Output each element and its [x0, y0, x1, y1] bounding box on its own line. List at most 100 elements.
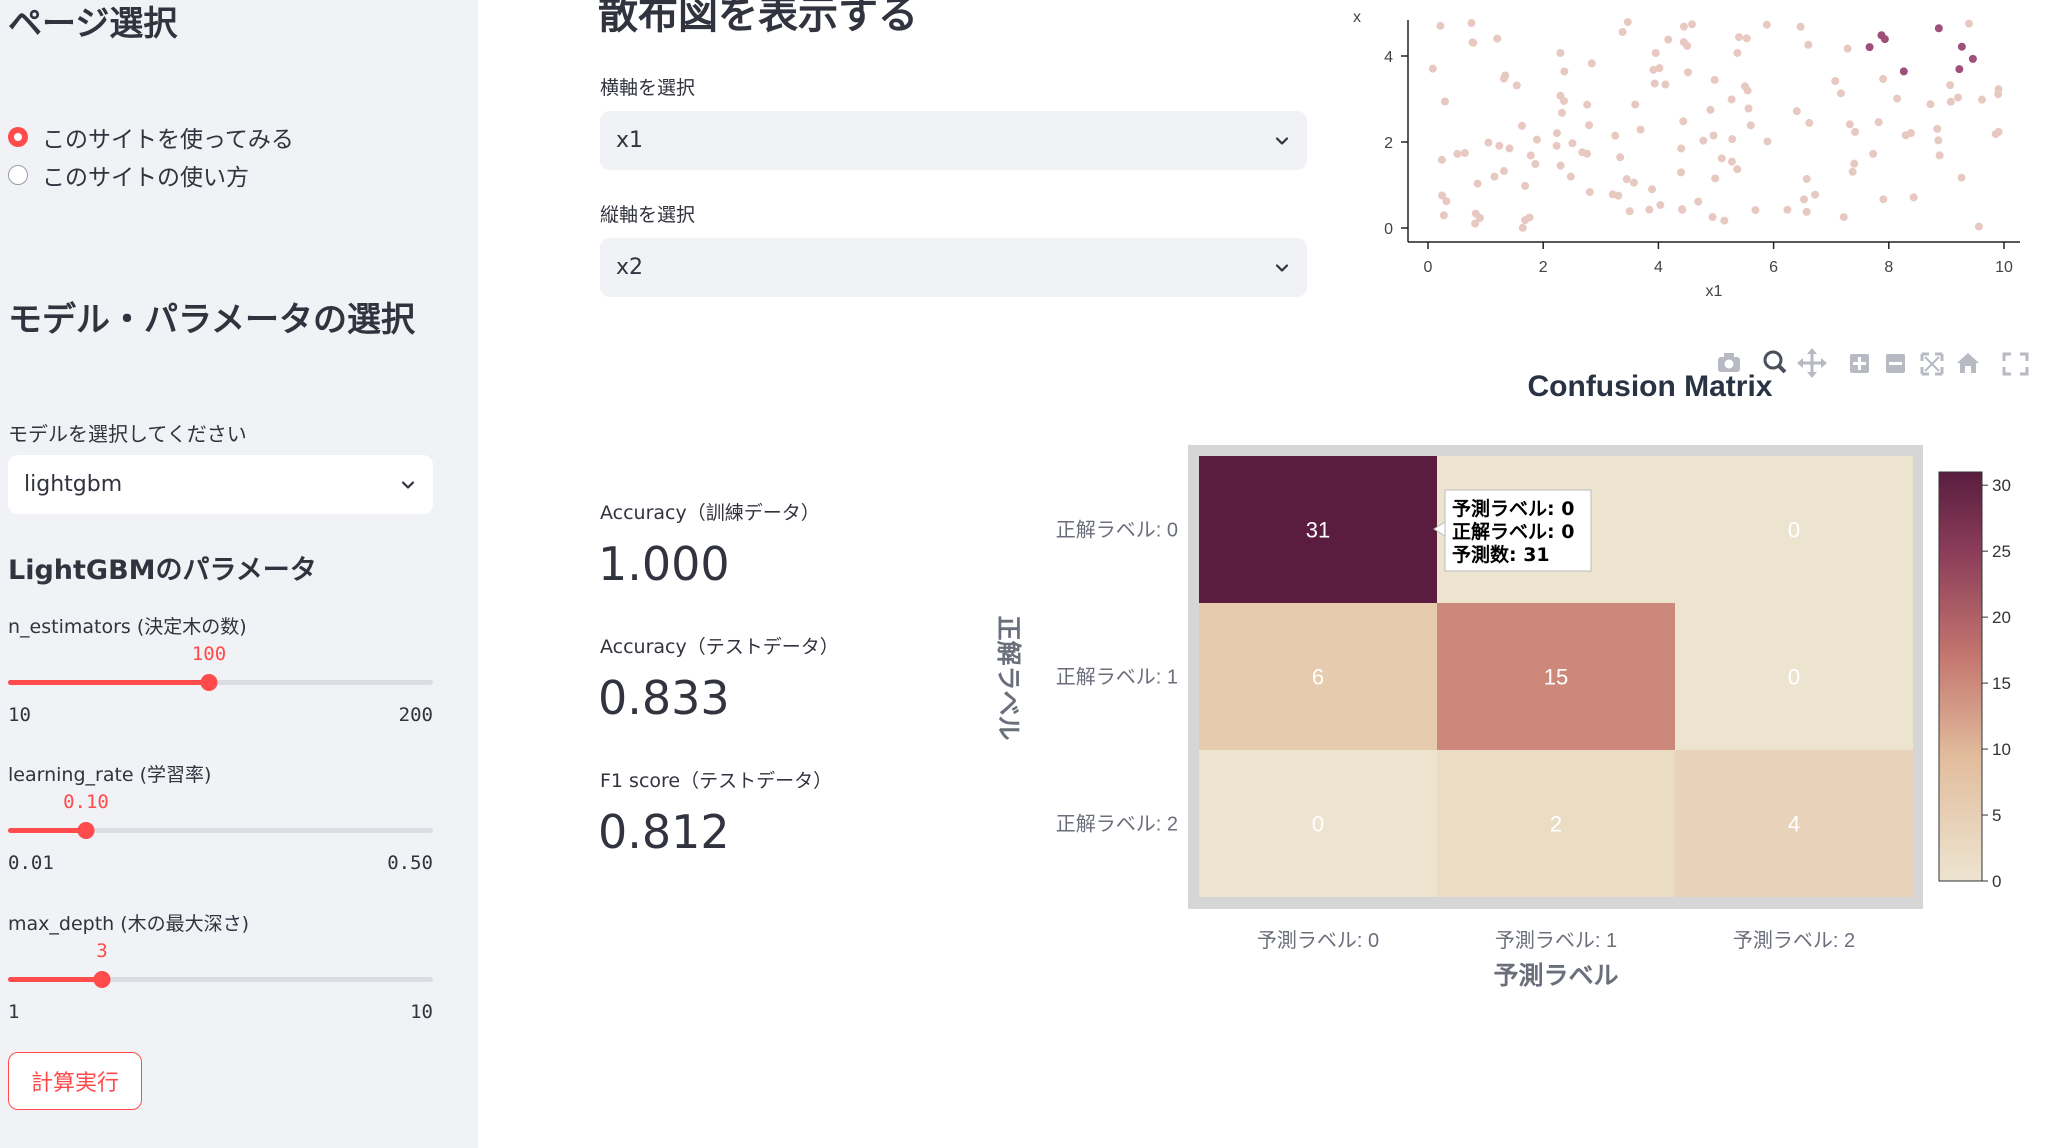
scatter-point — [1651, 49, 1660, 58]
scatter-point — [1994, 127, 2003, 136]
scatter-point — [1568, 139, 1577, 148]
scatter-point — [1733, 165, 1742, 174]
scatter-point — [1453, 149, 1462, 158]
cm-x-axis-title: 予測ラベル — [1493, 962, 1618, 990]
scatter-x-ticks: 0 2 4 6 8 10 — [1424, 242, 2013, 276]
scatter-point — [1964, 19, 1973, 28]
scatter-point — [1843, 44, 1852, 53]
scatter-point — [1839, 213, 1848, 222]
scatter-point — [1678, 205, 1687, 214]
scatter-point — [1954, 93, 1963, 102]
scatter-point — [1763, 137, 1772, 146]
cm-x-tick-label: 予測ラベル: 2 — [1733, 929, 1855, 952]
scatter-point — [1874, 118, 1883, 127]
scatter-point — [1679, 22, 1688, 31]
scatter-point — [1437, 155, 1446, 164]
scatter-point — [1802, 174, 1811, 183]
scatter-point — [1800, 195, 1809, 204]
cm-title: Confusion Matrix — [1528, 370, 1773, 403]
scatter-point — [1629, 178, 1638, 187]
cm-cell-value: 0 — [1788, 665, 1800, 690]
zoom-out-icon[interactable] — [1886, 354, 1905, 373]
x-tick-label: 10 — [1995, 259, 2013, 276]
colorbar-tick-label: 5 — [1992, 806, 2001, 825]
cm-x-tick-labels: 予測ラベル: 0 予測ラベル: 1 予測ラベル: 2 — [1257, 929, 1855, 952]
scatter-point — [1957, 42, 1966, 51]
scatter-point — [1977, 95, 1986, 104]
zoom-icon[interactable] — [1763, 350, 1787, 374]
tooltip-line-pred: 予測ラベル: 0 — [1452, 497, 1574, 520]
scatter-point — [1531, 159, 1540, 168]
scatter-point — [1499, 167, 1508, 176]
scatter-point — [1934, 136, 1943, 145]
scatter-point — [1762, 20, 1771, 29]
scatter-plot[interactable]: x 0 2 4 6 8 10 0 2 4 x1 — [1353, 9, 2020, 300]
scatter-point — [1974, 222, 1983, 231]
colorbar-tick-label: 25 — [1992, 542, 2011, 561]
scatter-point — [1442, 197, 1451, 206]
scatter-point — [1968, 54, 1977, 63]
fullscreen-icon[interactable] — [2002, 352, 2029, 376]
scatter-point — [1631, 100, 1640, 109]
scatter-point — [1560, 67, 1569, 76]
scatter-point — [1796, 22, 1805, 31]
home-icon[interactable] — [1957, 353, 1979, 373]
scatter-point — [1728, 135, 1737, 144]
scatter-point — [1517, 121, 1526, 130]
scatter-point — [1484, 138, 1493, 147]
cm-cell-value: 2 — [1550, 812, 1562, 837]
cm-y-axis-title: 正解ラベル — [994, 615, 1022, 740]
scatter-point — [1684, 68, 1693, 77]
scatter-point — [1436, 21, 1445, 30]
scatter-point — [1636, 125, 1645, 134]
scatter-point — [1616, 153, 1625, 162]
scatter-point — [1623, 18, 1632, 27]
confusion-matrix-chart[interactable]: Confusion Matrix 31006150024 正解ラベル: 0正解ラ… — [994, 370, 2011, 990]
cm-cell-value: 15 — [1544, 665, 1568, 690]
scatter-point — [1518, 223, 1527, 232]
scatter-point — [1679, 117, 1688, 126]
scatter-point — [1711, 174, 1720, 183]
scatter-point — [1556, 49, 1565, 58]
x-tick-label: 6 — [1769, 259, 1778, 276]
scatter-point — [1802, 207, 1811, 216]
autoscale-icon[interactable] — [1920, 352, 1944, 376]
scatter-point — [1521, 216, 1530, 225]
scatter-point — [1556, 161, 1565, 170]
scatter-point — [1836, 89, 1845, 98]
scatter-point — [1869, 149, 1878, 158]
scatter-point — [1909, 193, 1918, 202]
colorbar-tick-label: 0 — [1992, 872, 2001, 891]
scatter-point — [1804, 40, 1813, 49]
scatter-point — [1645, 205, 1654, 214]
scatter-point — [1622, 175, 1631, 184]
scatter-point — [1583, 149, 1592, 158]
scatter-point — [1552, 129, 1561, 138]
scatter-point — [1585, 188, 1594, 197]
cm-cell-value: 0 — [1788, 518, 1800, 543]
cm-cell-value: 4 — [1788, 812, 1800, 837]
scatter-point — [1933, 124, 1942, 133]
scatter-points — [1428, 18, 2003, 232]
scatter-point — [1899, 67, 1908, 76]
scatter-point — [1877, 31, 1886, 40]
scatter-point — [1473, 179, 1482, 188]
cm-colorbar — [1938, 471, 1983, 882]
scatter-point — [1683, 41, 1692, 50]
scatter-point — [1566, 172, 1575, 181]
scatter-point — [1467, 19, 1476, 28]
y-tick-label: 4 — [1384, 49, 1393, 66]
scatter-point — [1439, 211, 1448, 220]
cm-hover-tooltip: 予測ラベル: 0 正解ラベル: 0 予測数: 31 — [1433, 489, 1592, 572]
colorbar-tick-label: 10 — [1992, 740, 2011, 759]
scatter-point — [1848, 167, 1857, 176]
zoom-in-icon[interactable] — [1850, 354, 1869, 373]
plots-canvas: x 0 2 4 6 8 10 024 x1 Confusion Matrix 3… — [994, 9, 2029, 990]
cm-y-tick-label: 正解ラベル: 2 — [1056, 813, 1178, 836]
scatter-point — [1625, 207, 1634, 216]
cm-y-tick-labels: 正解ラベル: 0 正解ラベル: 1 正解ラベル: 2 — [1056, 519, 1178, 836]
cm-x-tick-label: 予測ラベル: 0 — [1257, 929, 1379, 952]
scatter-point — [1661, 80, 1670, 89]
pan-icon[interactable] — [1797, 348, 1827, 378]
scatter-point — [1677, 144, 1686, 153]
